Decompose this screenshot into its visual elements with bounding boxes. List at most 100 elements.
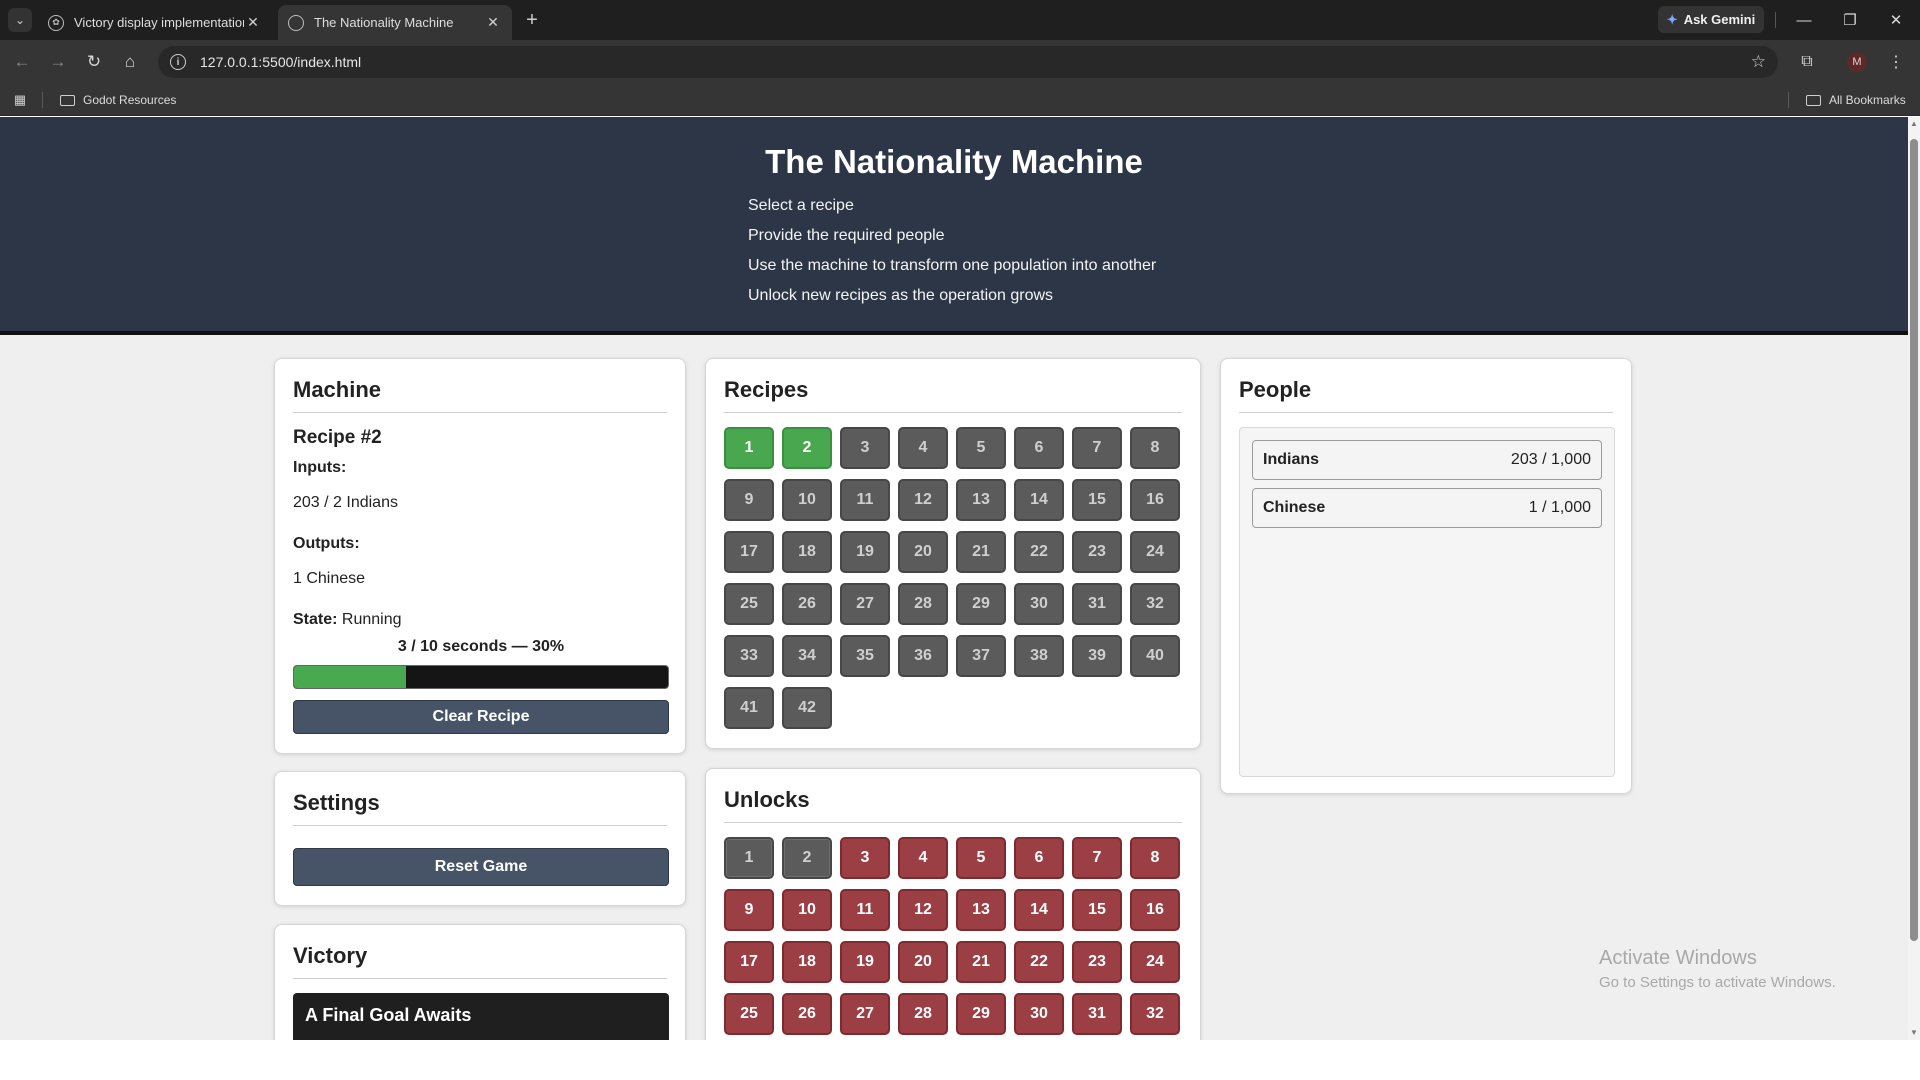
scroll-down-icon[interactable]: ▼ <box>1909 1028 1919 1038</box>
back-arrow-icon[interactable]: ← <box>10 50 34 74</box>
restore-icon[interactable]: ❐ <box>1828 6 1872 34</box>
recipe-button-19[interactable]: 19 <box>840 531 890 573</box>
recipe-button-34[interactable]: 34 <box>782 635 832 677</box>
unlock-button-1[interactable]: 1 <box>724 837 774 879</box>
unlock-button-24[interactable]: 24 <box>1130 941 1180 983</box>
unlock-button-8[interactable]: 8 <box>1130 837 1180 879</box>
recipe-button-7[interactable]: 7 <box>1072 427 1122 469</box>
recipe-button-12[interactable]: 12 <box>898 479 948 521</box>
recipe-button-33[interactable]: 33 <box>724 635 774 677</box>
window-close-icon[interactable]: ✕ <box>1874 6 1918 34</box>
unlock-button-6[interactable]: 6 <box>1014 837 1064 879</box>
recipe-button-13[interactable]: 13 <box>956 479 1006 521</box>
unlock-button-28[interactable]: 28 <box>898 993 948 1035</box>
recipe-button-30[interactable]: 30 <box>1014 583 1064 625</box>
recipe-button-26[interactable]: 26 <box>782 583 832 625</box>
unlock-button-27[interactable]: 27 <box>840 993 890 1035</box>
recipe-button-40[interactable]: 40 <box>1130 635 1180 677</box>
unlock-button-17[interactable]: 17 <box>724 941 774 983</box>
recipe-button-5[interactable]: 5 <box>956 427 1006 469</box>
unlock-button-16[interactable]: 16 <box>1130 889 1180 931</box>
unlock-button-21[interactable]: 21 <box>956 941 1006 983</box>
extensions-puzzle-icon[interactable]: ⧉ <box>1795 50 1819 74</box>
minimize-icon[interactable]: — <box>1782 6 1826 34</box>
unlock-button-20[interactable]: 20 <box>898 941 948 983</box>
recipe-button-8[interactable]: 8 <box>1130 427 1180 469</box>
recipe-button-6[interactable]: 6 <box>1014 427 1064 469</box>
site-info-icon[interactable]: i <box>170 54 186 70</box>
clear-recipe-button[interactable]: Clear Recipe <box>293 700 669 734</box>
tab-search-icon[interactable]: ⌄ <box>8 8 32 32</box>
close-icon[interactable]: ✕ <box>484 14 502 31</box>
reset-game-button[interactable]: Reset Game <box>293 848 669 886</box>
unlock-button-9[interactable]: 9 <box>724 889 774 931</box>
recipe-button-28[interactable]: 28 <box>898 583 948 625</box>
unlock-button-30[interactable]: 30 <box>1014 993 1064 1035</box>
scroll-up-icon[interactable]: ▲ <box>1909 119 1919 129</box>
recipe-button-3[interactable]: 3 <box>840 427 890 469</box>
bookmark-star-icon[interactable]: ☆ <box>1751 52 1766 72</box>
recipe-button-36[interactable]: 36 <box>898 635 948 677</box>
unlock-button-22[interactable]: 22 <box>1014 941 1064 983</box>
recipe-button-18[interactable]: 18 <box>782 531 832 573</box>
reload-icon[interactable]: ↻ <box>82 50 106 74</box>
tab-nationality-machine[interactable]: The Nationality Machine ✕ <box>278 5 512 40</box>
page-scrollbar[interactable]: ▲ ▼ <box>1908 117 1920 1040</box>
unlock-button-25[interactable]: 25 <box>724 993 774 1035</box>
forward-arrow-icon[interactable]: → <box>46 50 70 74</box>
unlock-button-26[interactable]: 26 <box>782 993 832 1035</box>
recipe-button-32[interactable]: 32 <box>1130 583 1180 625</box>
recipe-button-20[interactable]: 20 <box>898 531 948 573</box>
address-bar[interactable]: i 127.0.0.1:5500/index.html ☆ <box>158 46 1778 78</box>
recipe-button-9[interactable]: 9 <box>724 479 774 521</box>
recipe-button-24[interactable]: 24 <box>1130 531 1180 573</box>
unlock-button-29[interactable]: 29 <box>956 993 1006 1035</box>
apps-grid-icon[interactable]: ▦ <box>12 92 28 108</box>
unlock-button-7[interactable]: 7 <box>1072 837 1122 879</box>
unlock-button-31[interactable]: 31 <box>1072 993 1122 1035</box>
unlock-button-3[interactable]: 3 <box>840 837 890 879</box>
recipe-button-15[interactable]: 15 <box>1072 479 1122 521</box>
recipe-button-4[interactable]: 4 <box>898 427 948 469</box>
recipe-button-25[interactable]: 25 <box>724 583 774 625</box>
unlock-button-10[interactable]: 10 <box>782 889 832 931</box>
recipe-button-35[interactable]: 35 <box>840 635 890 677</box>
recipe-button-21[interactable]: 21 <box>956 531 1006 573</box>
unlock-button-18[interactable]: 18 <box>782 941 832 983</box>
recipe-button-41[interactable]: 41 <box>724 687 774 729</box>
recipe-button-38[interactable]: 38 <box>1014 635 1064 677</box>
recipe-button-22[interactable]: 22 <box>1014 531 1064 573</box>
recipe-button-27[interactable]: 27 <box>840 583 890 625</box>
unlock-button-11[interactable]: 11 <box>840 889 890 931</box>
recipe-button-42[interactable]: 42 <box>782 687 832 729</box>
scroll-thumb[interactable] <box>1910 139 1918 941</box>
recipe-button-1[interactable]: 1 <box>724 427 774 469</box>
recipe-button-14[interactable]: 14 <box>1014 479 1064 521</box>
new-tab-plus-icon[interactable]: + <box>520 8 544 32</box>
recipe-button-10[interactable]: 10 <box>782 479 832 521</box>
home-icon[interactable]: ⌂ <box>118 50 142 74</box>
unlock-button-13[interactable]: 13 <box>956 889 1006 931</box>
unlock-button-14[interactable]: 14 <box>1014 889 1064 931</box>
recipe-button-31[interactable]: 31 <box>1072 583 1122 625</box>
unlock-button-5[interactable]: 5 <box>956 837 1006 879</box>
unlock-button-12[interactable]: 12 <box>898 889 948 931</box>
unlock-button-2[interactable]: 2 <box>782 837 832 879</box>
recipe-button-29[interactable]: 29 <box>956 583 1006 625</box>
recipe-button-16[interactable]: 16 <box>1130 479 1180 521</box>
close-icon[interactable]: ✕ <box>244 14 262 31</box>
recipe-button-2[interactable]: 2 <box>782 427 832 469</box>
recipe-button-39[interactable]: 39 <box>1072 635 1122 677</box>
tab-victory-display[interactable]: ✿ Victory display implementation ✕ <box>38 5 272 40</box>
all-bookmarks[interactable]: All Bookmarks <box>1806 90 1906 110</box>
profile-avatar[interactable]: M <box>1847 52 1867 72</box>
unlock-button-4[interactable]: 4 <box>898 837 948 879</box>
unlock-button-32[interactable]: 32 <box>1130 993 1180 1035</box>
unlock-button-15[interactable]: 15 <box>1072 889 1122 931</box>
recipe-button-37[interactable]: 37 <box>956 635 1006 677</box>
recipe-button-17[interactable]: 17 <box>724 531 774 573</box>
unlock-button-23[interactable]: 23 <box>1072 941 1122 983</box>
bookmark-godot-resources[interactable]: Godot Resources <box>60 90 176 110</box>
recipe-button-11[interactable]: 11 <box>840 479 890 521</box>
ask-gemini-button[interactable]: ✦ Ask Gemini <box>1658 6 1764 33</box>
